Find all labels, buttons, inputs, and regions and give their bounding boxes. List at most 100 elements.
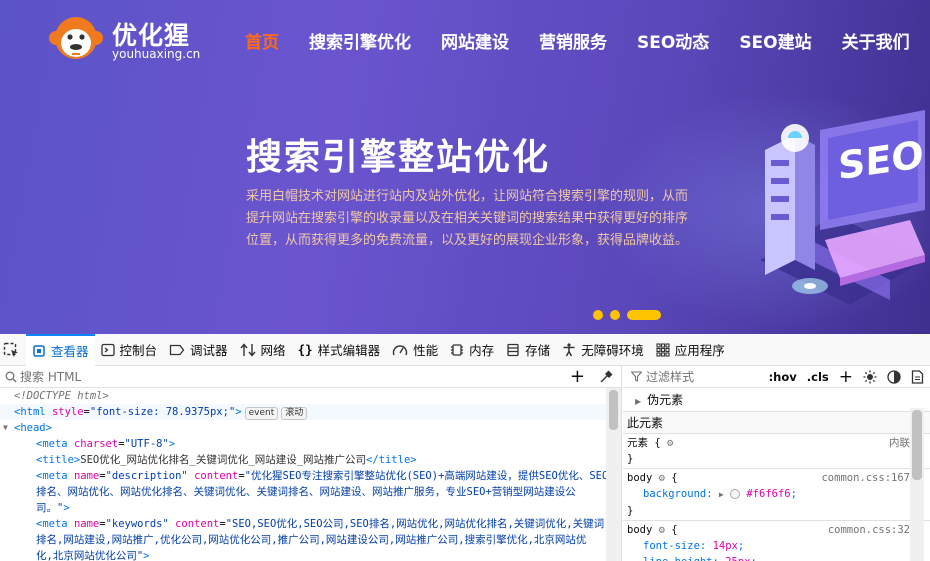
- dark-theme-icon[interactable]: [887, 370, 901, 384]
- tab-accessibility[interactable]: 无障碍环境: [556, 334, 650, 366]
- scrollbar-thumb[interactable]: [912, 410, 922, 480]
- tag-end: >: [143, 550, 150, 561]
- nav-item-home[interactable]: 首页: [245, 28, 279, 53]
- hero-title: 搜索引擎整站优化: [246, 137, 551, 178]
- title-text: SEO优化_网站优化排名_关键词优化_网站建设_网站推广公司: [80, 454, 367, 466]
- add-node-button[interactable]: +: [570, 366, 585, 388]
- tab-console[interactable]: 控制台: [95, 334, 164, 366]
- css-value[interactable]: 25px: [725, 556, 750, 561]
- site-logo[interactable]: 优化猩 youhuaxing.cn: [48, 12, 200, 64]
- print-media-icon[interactable]: [911, 370, 924, 384]
- tab-memory-label: 内存: [469, 343, 495, 358]
- attr-value: "优化猩SEO专注搜索引擎整站优化(SEO)+高端网站建设，提供SEO优化、SE…: [244, 470, 609, 482]
- css-value[interactable]: #f6f6f6: [746, 488, 790, 500]
- scrollbar-thumb[interactable]: [609, 390, 618, 430]
- tab-application[interactable]: 应用程序: [650, 334, 731, 366]
- carousel-dot-active[interactable]: [627, 310, 661, 320]
- nav-item-web-build[interactable]: 网站建设: [441, 28, 509, 53]
- braces-icon: {}: [297, 342, 313, 357]
- css-property[interactable]: line-height: [643, 556, 713, 561]
- tab-memory[interactable]: 内存: [444, 334, 500, 366]
- light-theme-icon[interactable]: [863, 370, 877, 384]
- tag-end: >: [235, 406, 242, 418]
- carousel-dot[interactable]: [593, 310, 603, 320]
- expand-triangle-icon[interactable]: ▶: [719, 490, 724, 499]
- rule-close: }: [627, 505, 634, 517]
- attr-value: 化,北京网站优化公司": [36, 550, 144, 561]
- rules-pane-scrollbar[interactable]: [910, 408, 924, 561]
- nav-item-about[interactable]: 关于我们: [842, 28, 910, 53]
- body-rule-font[interactable]: body ⚙ { common.css:32 font-size: 14px; …: [623, 521, 930, 561]
- pseudo-elements-label: 伪元素: [647, 393, 684, 407]
- html-markup-pane: 搜索 HTML + <!DOCTYPE html> <html style="f…: [0, 366, 622, 561]
- element-picker-button[interactable]: [0, 334, 26, 366]
- element-inline-rule[interactable]: 元素 { ⚙ 内联 }: [623, 434, 930, 469]
- rule-source[interactable]: common.css:167: [821, 470, 910, 486]
- tab-storage[interactable]: 存储: [500, 334, 556, 366]
- markup-line[interactable]: <!DOCTYPE html>: [0, 388, 621, 404]
- tab-storage-label: 存储: [525, 343, 551, 358]
- application-grid-icon: [656, 342, 670, 357]
- carousel-dot[interactable]: [610, 310, 620, 320]
- event-badge[interactable]: event: [244, 407, 279, 420]
- nav-item-seo-news[interactable]: SEO动态: [637, 28, 709, 53]
- rule-options-icon[interactable]: ⚙: [667, 437, 673, 449]
- rule-options-icon[interactable]: ⚙: [659, 524, 665, 536]
- attr-name: charset: [73, 438, 119, 450]
- collapse-triangle-icon: ▶: [635, 397, 642, 406]
- nav-item-marketing[interactable]: 营销服务: [539, 28, 607, 53]
- markup-line-title[interactable]: <title>SEO优化_网站优化排名_关键词优化_网站建设_网站推广公司</t…: [0, 452, 621, 468]
- rules-pane: 过滤样式 :hov .cls + ▶ 伪元素 此元素 元素 { ⚙ 内联 } bo…: [623, 366, 930, 561]
- color-swatch[interactable]: [730, 489, 741, 499]
- style-filter-input[interactable]: 过滤样式: [646, 368, 694, 385]
- markup-line-html[interactable]: <html style="font-size: 78.9375px;"> even…: [0, 404, 621, 420]
- tab-style-editor-label: 样式编辑器: [317, 343, 381, 358]
- devtools-toolbar: 查看器 控制台 调试器 网络 {} 样式编辑器 性能 内存 存储 无障碍环境 应…: [0, 333, 930, 366]
- debugger-icon: [169, 344, 185, 355]
- nav-item-seo-site[interactable]: SEO建站: [739, 28, 811, 53]
- attr-name: name: [73, 518, 100, 530]
- css-property[interactable]: background: [643, 488, 706, 500]
- markup-line-meta-description[interactable]: <meta name="description" content="优化猩SEO…: [0, 468, 621, 484]
- css-property[interactable]: font-size: [643, 540, 700, 552]
- tab-inspector[interactable]: 查看器: [26, 333, 95, 366]
- logo-subtitle: youhuaxing.cn: [112, 47, 201, 61]
- html-pane-scrollbar[interactable]: [606, 388, 621, 561]
- html-search-input[interactable]: 搜索 HTML: [20, 368, 81, 385]
- eyedropper-icon[interactable]: [599, 370, 613, 384]
- markup-line-meta-keywords[interactable]: <meta name="keywords" content="SEO,SEO优化…: [0, 516, 621, 532]
- rule-close: }: [627, 453, 634, 465]
- rules-toolbar: :hov .cls +: [759, 366, 924, 388]
- hover-state-toggle[interactable]: :hov: [769, 370, 797, 384]
- tab-debugger[interactable]: 调试器: [163, 334, 234, 366]
- tab-performance[interactable]: 性能: [386, 334, 444, 366]
- rule-source[interactable]: common.css:32: [828, 522, 910, 538]
- rule-selector: body: [627, 524, 653, 536]
- expand-triangle-icon[interactable]: ▼: [3, 420, 8, 436]
- scroll-badge[interactable]: 滚动: [281, 407, 308, 420]
- rule-options-icon[interactable]: ⚙: [659, 472, 665, 484]
- class-toggle[interactable]: .cls: [807, 370, 829, 384]
- pseudo-elements-section[interactable]: ▶ 伪元素: [623, 388, 930, 412]
- add-rule-button[interactable]: +: [839, 367, 853, 387]
- css-value[interactable]: 14px: [713, 540, 738, 552]
- tab-application-label: 应用程序: [674, 343, 725, 358]
- html-search-bar: 搜索 HTML +: [0, 366, 621, 388]
- markup-line-meta-charset[interactable]: <meta charset="UTF-8">: [0, 436, 621, 452]
- doctype-node: <!DOCTYPE html>: [14, 390, 109, 402]
- rule-source[interactable]: 内联: [889, 435, 910, 451]
- tag-end: >: [168, 438, 176, 450]
- tab-performance-label: 性能: [413, 343, 439, 358]
- tab-network[interactable]: 网络: [234, 334, 292, 366]
- meta-tag: <meta: [36, 518, 68, 530]
- attr-value: "UTF-8": [124, 438, 169, 450]
- markup-line-wrap: 化,北京网站优化公司">: [0, 548, 621, 561]
- rules-list: ▶ 伪元素 此元素 元素 { ⚙ 内联 } body ⚙ { common.css…: [623, 388, 930, 561]
- tab-console-label: 控制台: [119, 343, 158, 358]
- html-tag: <html: [14, 406, 46, 418]
- body-rule-background[interactable]: body ⚙ { common.css:167 background: ▶ #f…: [623, 469, 930, 521]
- inspector-icon: [33, 344, 45, 357]
- nav-item-seo[interactable]: 搜索引擎优化: [309, 28, 411, 53]
- markup-line-head[interactable]: ▼ <head>: [0, 420, 621, 436]
- tab-style-editor[interactable]: {} 样式编辑器: [292, 334, 387, 366]
